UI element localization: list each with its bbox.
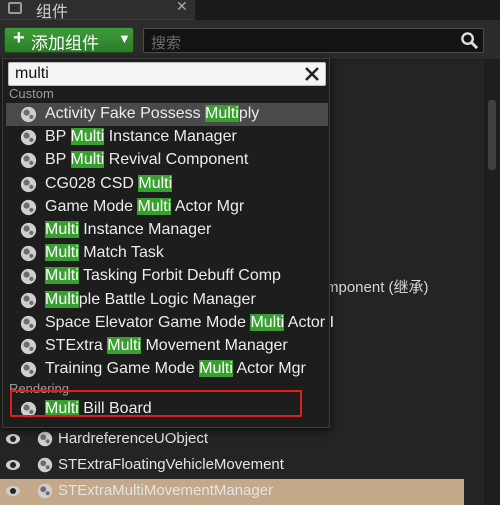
component-label: Activity Fake Possess Multiply xyxy=(45,105,260,122)
category-header: Custom xyxy=(9,86,54,101)
component-label: BP Multi Revival Component xyxy=(45,151,249,169)
annotation-box xyxy=(10,390,302,417)
component-label: Multiple Battle Logic Manager xyxy=(45,290,256,308)
component-list-item[interactable]: BP Multi Instance Manager xyxy=(6,126,328,149)
component-icon xyxy=(20,130,37,146)
component-list-item[interactable]: Training Game Mode Multi Actor Mgr xyxy=(6,358,328,381)
component-label: Space Elevator Game Mode Multi Actor I xyxy=(45,313,335,331)
component-icon xyxy=(20,106,37,123)
match-highlight: Multi xyxy=(45,290,79,308)
match-highlight: Multi xyxy=(199,360,233,378)
add-component-dropdown: multi Custom Activity Fake Possess Multi… xyxy=(2,58,334,428)
match-highlight: Multi xyxy=(70,128,105,146)
tree-row[interactable]: STExtraFloatingVehicleMovement xyxy=(0,453,484,479)
component-list-item[interactable]: Multiple Battle Logic Manager xyxy=(6,289,328,312)
component-label: Multi Instance Manager xyxy=(45,221,212,238)
component-label: BP Multi Instance Manager xyxy=(45,128,237,146)
filter-input[interactable]: multi xyxy=(8,62,326,86)
component-icon xyxy=(20,246,37,262)
eye-icon[interactable] xyxy=(6,434,20,444)
eye-icon[interactable] xyxy=(6,486,20,496)
component-icon xyxy=(20,176,37,192)
component-icon xyxy=(37,431,53,447)
component-list-item[interactable]: CG028 CSD Multi xyxy=(6,173,328,196)
match-highlight: Multi xyxy=(45,244,79,262)
tree-row[interactable]: HardreferenceUObject xyxy=(0,427,484,453)
match-highlight: Multi xyxy=(250,313,285,331)
component-list-item[interactable]: Activity Fake Possess Multiply xyxy=(6,103,328,126)
component-list-item[interactable]: Multi Tasking Forbit Debuff Comp xyxy=(6,265,328,288)
match-highlight: Multi xyxy=(205,105,239,122)
component-label: Training Game Mode Multi Actor Mgr xyxy=(45,360,306,378)
component-list-item[interactable]: Multi Match Task xyxy=(6,242,328,265)
filter-value: multi xyxy=(15,65,49,82)
component-icon xyxy=(20,199,37,215)
match-highlight: Multi xyxy=(45,267,79,285)
tab-bar: 组件 ✕ xyxy=(0,0,500,21)
match-highlight: Multi xyxy=(107,337,142,354)
component-icon xyxy=(20,153,37,169)
clear-icon[interactable] xyxy=(302,64,322,84)
tree-row-label: STExtraFloatingVehicleMovement xyxy=(58,456,284,473)
component-icon xyxy=(20,315,37,331)
component-label: STExtra Multi Movement Manager xyxy=(45,337,288,354)
component-label: Multi Match Task xyxy=(45,244,164,262)
match-highlight: Multi xyxy=(138,174,173,192)
close-icon[interactable]: ✕ xyxy=(176,0,188,15)
tree-row-label: HardreferenceUObject xyxy=(58,430,209,447)
search-placeholder: 搜索 xyxy=(151,35,182,52)
match-highlight: Multi xyxy=(137,197,172,215)
tree-row-label: STExtraMultiMovementManager xyxy=(58,482,274,499)
components-toolbar: + 添加组件 ▼ 搜索 xyxy=(0,20,500,60)
component-list-item[interactable]: STExtra Multi Movement Manager xyxy=(6,335,328,358)
component-icon xyxy=(37,457,53,473)
component-list-item[interactable]: Space Elevator Game Mode Multi Actor I xyxy=(6,312,334,335)
component-icon xyxy=(20,292,37,308)
match-highlight: Multi xyxy=(70,151,105,169)
plus-icon: + xyxy=(13,27,25,49)
tree-row[interactable]: STExtraMultiMovementManager xyxy=(0,479,464,505)
component-icon xyxy=(20,362,37,378)
scrollbar[interactable] xyxy=(484,60,500,505)
add-component-label: 添加组件 xyxy=(31,34,99,53)
add-component-button[interactable]: + 添加组件 ▼ xyxy=(4,27,134,53)
component-label: Multi Tasking Forbit Debuff Comp xyxy=(45,267,281,285)
component-icon xyxy=(20,338,37,355)
component-list-item[interactable]: BP Multi Revival Component xyxy=(6,149,328,172)
tab-components[interactable]: 组件 ✕ xyxy=(0,0,195,21)
component-icon xyxy=(20,269,37,285)
scrollbar-thumb[interactable] xyxy=(488,100,496,170)
match-highlight: Multi xyxy=(45,221,79,238)
component-label: CG028 CSD Multi xyxy=(45,174,173,192)
component-list-item[interactable]: Game Mode Multi Actor Mgr xyxy=(6,196,328,219)
component-label: Game Mode Multi Actor Mgr xyxy=(45,197,245,215)
eye-icon[interactable] xyxy=(6,460,20,470)
component-list-item[interactable]: Multi Instance Manager xyxy=(6,219,328,242)
chevron-down-icon: ▼ xyxy=(118,31,131,46)
component-icon xyxy=(20,222,37,239)
components-tab-icon xyxy=(8,2,22,14)
search-icon[interactable] xyxy=(460,31,479,50)
search-input[interactable]: 搜索 xyxy=(143,28,484,53)
tab-title: 组件 xyxy=(36,4,69,21)
component-icon xyxy=(37,483,53,499)
inherited-component-label: mponent (继承) xyxy=(326,279,429,296)
